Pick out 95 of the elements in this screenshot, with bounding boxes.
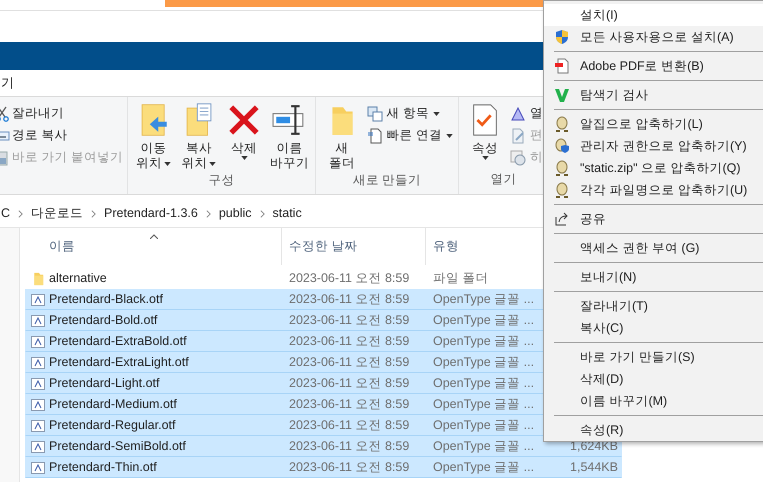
modified-date: 2023-06-11 오전 8:59	[289, 417, 410, 434]
rename-icon	[272, 103, 306, 137]
ribbon-tab[interactable]: 기	[1, 73, 14, 93]
breadcrumb-item[interactable]: public	[218, 204, 252, 223]
edit-icon	[510, 128, 526, 144]
chevron-icon	[18, 210, 24, 218]
menu-item[interactable]: 탐색기 검사	[544, 84, 763, 106]
egg-icon	[554, 116, 570, 132]
group-label: 열기	[490, 171, 518, 188]
modified-date: 2023-06-11 오전 8:59	[289, 459, 410, 476]
breadcrumb-item[interactable]: 다운로드	[31, 204, 84, 223]
sort-caret-icon	[150, 234, 158, 239]
menu-item[interactable]: 알집으로 압축하기(L)	[544, 113, 763, 135]
file-type: OpenType 글꼴 ...	[433, 333, 533, 350]
menu-item[interactable]: 각각 파일명으로 압축하기(U)	[544, 179, 763, 201]
ribbon-button[interactable]: 새 항목	[366, 104, 453, 123]
chevron-icon	[91, 210, 96, 218]
ribbon-button[interactable]: 잘라내기	[0, 104, 127, 123]
chevron-icon	[260, 210, 265, 218]
file-name: Pretendard-Bold.otf	[48, 312, 158, 330]
file-type: OpenType 글꼴 ...	[433, 354, 533, 372]
column-header[interactable]: 이름	[25, 228, 282, 265]
menu-item[interactable]: Adobe PDF로 변환(B)	[544, 55, 763, 77]
history-icon	[510, 150, 526, 166]
file-name: Pretendard-Thin.otf	[48, 459, 158, 476]
font-file-icon	[31, 314, 45, 328]
file-name: alternative	[48, 270, 108, 288]
ribbon-large-button[interactable]: 이동 위치	[133, 103, 174, 171]
group-label: 구성	[208, 172, 236, 189]
font-file-icon	[31, 440, 45, 454]
ribbon-large-button[interactable]: 삭제	[224, 103, 265, 171]
file-name: Pretendard-Regular.otf	[48, 417, 176, 434]
menu-item[interactable]: 모든 사용자용으로 설치(A)	[544, 26, 763, 48]
modified-date: 2023-06-11 오전 8:59	[289, 396, 410, 414]
menu-item[interactable]: 공유	[544, 208, 763, 230]
file-name: Pretendard-SemiBold.otf	[48, 438, 187, 456]
menu-item[interactable]: 관리자 권한으로 압축하기(Y)	[544, 135, 763, 157]
page-icon	[366, 128, 383, 144]
ribbon-button[interactable]: 경로 복사	[0, 126, 127, 145]
file-name: Pretendard-Light.otf	[48, 375, 160, 392]
chevron-icon	[206, 210, 211, 218]
modified-date: 2023-06-11 오전 8:59	[289, 312, 410, 330]
ribbon-button[interactable]: 열	[510, 104, 543, 123]
column-header[interactable]: 수정한 날짜	[282, 228, 426, 265]
file-size: 1,544KB	[569, 459, 619, 476]
delete-icon	[227, 103, 262, 137]
egg-icon	[554, 160, 570, 176]
font-file-icon	[31, 418, 45, 432]
menu-item[interactable]: 액세스 권한 부여 (G)	[544, 237, 763, 259]
file-type: OpenType 글꼴 ...	[433, 459, 533, 476]
font-file-icon	[31, 356, 45, 370]
modified-date: 2023-06-11 오전 8:59	[289, 438, 410, 456]
egg-icon	[554, 182, 570, 198]
file-name: Pretendard-ExtraBold.otf	[48, 333, 188, 350]
file-type: OpenType 글꼴 ...	[433, 438, 533, 456]
egg-shield-icon	[554, 138, 570, 154]
file-type: OpenType 글꼴 ...	[433, 291, 533, 308]
column-header[interactable]: 유형	[426, 228, 506, 265]
breadcrumb-item[interactable]: Pretendard-1.3.6	[104, 204, 198, 223]
font-file-icon	[31, 292, 45, 306]
font-file-icon	[31, 334, 45, 348]
ribbon-large-button[interactable]: 새 폴더	[321, 103, 363, 171]
file-name: Pretendard-ExtraLight.otf	[48, 354, 190, 372]
modified-date: 2023-06-11 오전 8:59	[289, 333, 410, 350]
modified-date: 2023-06-11 오전 8:59	[289, 375, 410, 392]
modified-date: 2023-06-11 오전 8:59	[289, 270, 410, 288]
menu-item[interactable]: 설치(I)	[544, 4, 763, 26]
file-row[interactable]: Pretendard-Thin.otf 2023-06-11 오전 8:59 OpenType 글꼴 ... 1,544KB	[25, 457, 622, 478]
menu-item[interactable]: "static.zip" 으로 압축하기(Q)	[544, 157, 763, 179]
file-type: OpenType 글꼴 ...	[433, 312, 533, 330]
file-type: OpenType 글꼴 ...	[433, 396, 533, 414]
ribbon-large-button[interactable]: 이름 바꾸기	[268, 103, 310, 171]
ribbon-button[interactable]: 빠른 연결	[366, 126, 453, 145]
breadcrumb-item[interactable]: static	[272, 204, 302, 223]
group-label: 새로 만들기	[352, 172, 422, 189]
v-logo-icon	[554, 87, 570, 103]
ribbon-large-button[interactable]: 복사 위치	[178, 103, 220, 171]
file-type: OpenType 글꼴 ...	[433, 417, 533, 434]
open-icon	[510, 106, 526, 122]
ribbon-large-button[interactable]: 속성	[464, 103, 506, 170]
font-file-icon	[31, 376, 45, 390]
file-name: Pretendard-Medium.otf	[48, 396, 178, 414]
menu-item[interactable]: 보내기(N)	[544, 266, 763, 288]
shield-icon	[554, 29, 570, 45]
font-file-icon	[31, 398, 45, 412]
modified-date: 2023-06-11 오전 8:59	[289, 354, 410, 372]
modified-date: 2023-06-11 오전 8:59	[289, 291, 410, 308]
font-file-icon	[31, 460, 45, 474]
file-type: 파일 폴더	[433, 270, 490, 288]
file-name: Pretendard-Black.otf	[48, 291, 164, 308]
share-icon	[554, 211, 570, 227]
breadcrumb-item[interactable]: C	[1, 204, 10, 223]
file-type: OpenType 글꼴 ...	[433, 375, 533, 392]
pdf-document-icon	[554, 58, 570, 74]
new-item-icon	[366, 106, 383, 122]
